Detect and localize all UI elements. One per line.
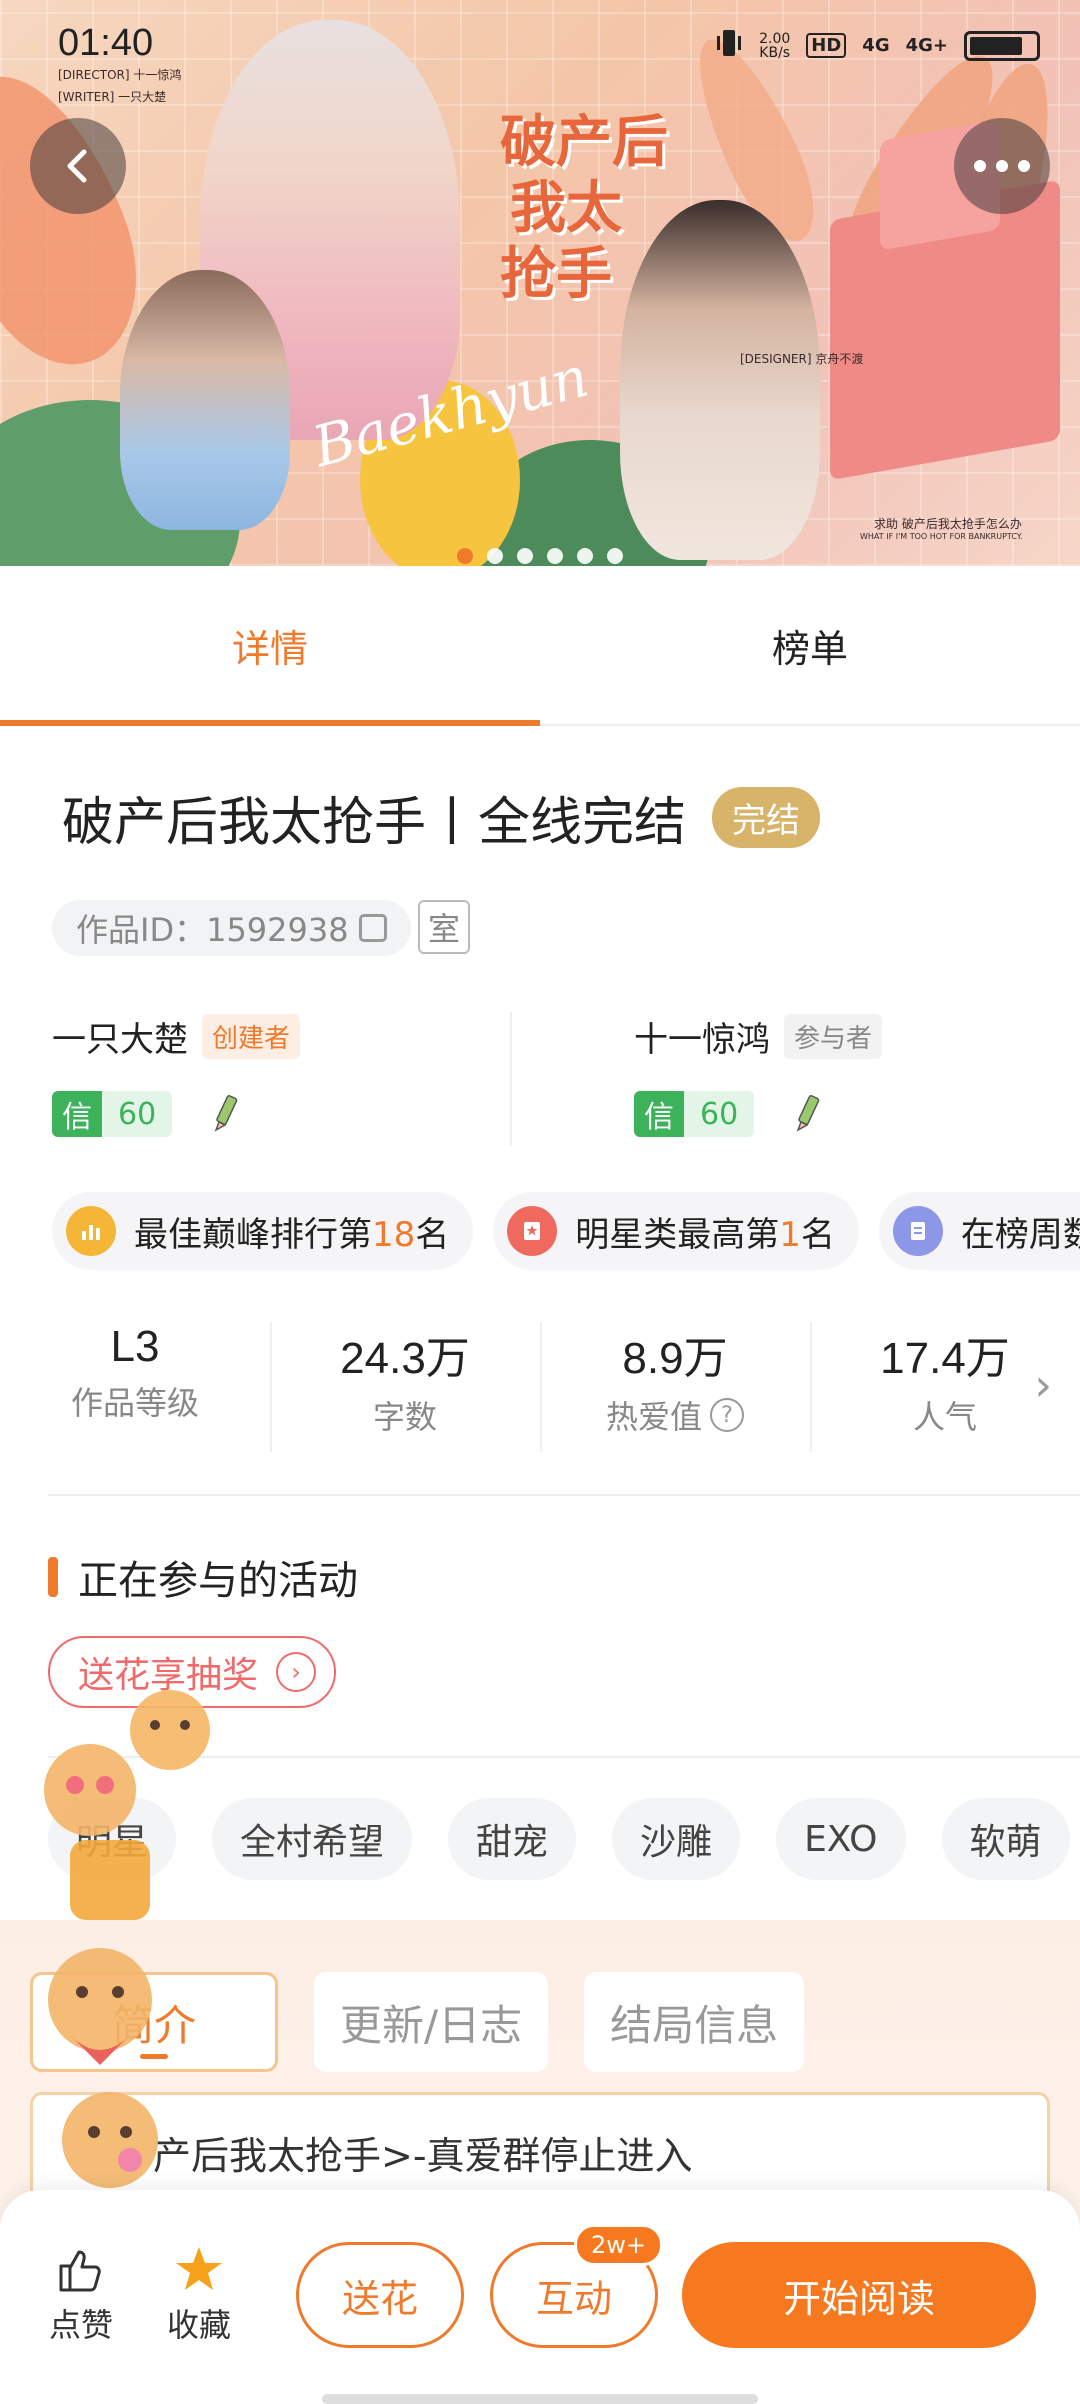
author-creator[interactable]: 一只大楚 创建者 信 60 [52, 1012, 301, 1137]
status-time: 01:40 [58, 22, 154, 64]
rank-chip-weeks[interactable]: 在榜周数 [878, 1192, 1080, 1270]
tag-chip[interactable]: 沙雕 [612, 1798, 741, 1880]
author-divider [510, 1012, 512, 1146]
start-reading-button[interactable]: 开始阅读 [682, 2242, 1036, 2348]
hd-icon: HD [806, 33, 847, 58]
vibrate-icon [715, 28, 743, 63]
star-list-icon [507, 1206, 558, 1256]
banner-credit-writer: [WRITER] 一只大楚 [58, 90, 167, 104]
rank-chips: 最佳巅峰排行第18名 明星类最高第1名 在榜周数 [52, 1192, 1080, 1270]
banner-portrait-left [120, 270, 290, 530]
tag-chip[interactable]: 软萌 [941, 1798, 1070, 1880]
thumb-up-icon [59, 2250, 101, 2292]
cover-banner[interactable]: 破产后 我太 抢手 Baekhyun [DIRECTOR] 十一惊鸿 [WRIT… [0, 0, 1080, 566]
carousel-dot[interactable] [547, 548, 563, 564]
home-indicator[interactable] [322, 2394, 758, 2404]
rank-chip-peak[interactable]: 最佳巅峰排行第18名 [52, 1192, 474, 1270]
carousel-dot[interactable] [457, 548, 473, 564]
divider [48, 1494, 1080, 1496]
intro-tab-ending[interactable]: 结局信息 [584, 1972, 805, 2072]
chevron-right-icon[interactable]: › [1034, 1360, 1052, 1411]
carousel-dot[interactable] [487, 548, 503, 564]
status-icons: 2.00 KB/s HD 4G 4G+ [715, 28, 1040, 63]
section-accent-bar [48, 1557, 58, 1597]
rank-chip-text: 明星类最高第1名 [575, 1214, 835, 1255]
stat-love-value: 8.9万 热爱值? [540, 1322, 810, 1452]
signal-4g-icon: 4G [862, 35, 890, 56]
pencil-icon [796, 1095, 820, 1132]
tab-rankings[interactable]: 榜单 [540, 566, 1080, 724]
like-button[interactable]: 点赞 [36, 2240, 126, 2346]
tag-chip[interactable]: 甜宠 [448, 1798, 577, 1880]
banner-caption-en: WHAT IF I'M TOO HOT FOR BANKRUPTCY. [860, 532, 1023, 541]
work-title: 破产后我太抢手丨全线完结 完结 [62, 780, 821, 855]
floating-mascot-sticker[interactable] [20, 1640, 220, 2260]
work-id-text: 作品ID：1592938 [76, 911, 349, 949]
interact-count-badge: 2w+ [574, 2224, 664, 2266]
work-id-chip[interactable]: 作品ID：1592938 [52, 900, 411, 956]
more-button[interactable] [954, 118, 1050, 214]
favorite-button[interactable]: 收藏 [154, 2240, 244, 2346]
work-title-text: 破产后我太抢手丨全线完结 [62, 793, 687, 853]
net-speed: 2.00 KB/s [759, 30, 791, 61]
activities-section-title: 正在参与的活动 [48, 1548, 358, 1606]
rank-chip-text: 在榜周数 [960, 1214, 1080, 1255]
intro-tab-updates[interactable]: 更新/日志 [314, 1972, 549, 2072]
star-icon [176, 2247, 222, 2290]
stat-level: L3 作品等级 [70, 1322, 199, 1422]
rank-chip-category[interactable]: 明星类最高第1名 [493, 1192, 859, 1270]
carousel-dot[interactable] [607, 548, 623, 564]
more-dots-icon [974, 160, 1030, 172]
document-icon [892, 1206, 943, 1256]
back-button[interactable] [30, 118, 126, 214]
carousel-indicator [0, 548, 1080, 564]
stats-row[interactable]: L3 作品等级 24.3万 字数 8.9万 热爱值? 17.4万 人气 [0, 1322, 1080, 1452]
chevron-right-circle-icon: › [276, 1652, 317, 1692]
signal-4g-plus-icon: 4G+ [905, 35, 948, 56]
room-badge[interactable]: 室 [418, 900, 470, 954]
help-icon[interactable]: ? [710, 1398, 744, 1432]
role-badge: 参与者 [784, 1014, 883, 1059]
tab-details[interactable]: 详情 [0, 566, 540, 726]
detail-tabs: 详情 榜单 [0, 566, 1080, 726]
author-participant[interactable]: 十一惊鸿 参与者 信 60 [634, 1012, 883, 1137]
send-flower-button[interactable]: 送花 [296, 2242, 464, 2348]
status-bar: 01:40 2.00 KB/s HD 4G 4G+ [0, 0, 1080, 90]
battery-icon [964, 30, 1040, 61]
credit-score-badge: 信 60 [634, 1091, 755, 1137]
role-badge: 创建者 [202, 1014, 301, 1059]
carousel-dot[interactable] [577, 548, 593, 564]
credit-score-badge: 信 60 [52, 1091, 173, 1137]
author-name: 一只大楚 [52, 1020, 188, 1060]
banner-caption-cn: 求助 破产后我太抢手怎么办 [874, 517, 1022, 531]
banner-title-art: 破产后 我太 抢手 [500, 110, 668, 307]
author-name: 十一惊鸿 [634, 1020, 770, 1060]
stat-word-count: 24.3万 字数 [270, 1322, 540, 1452]
status-badge: 完结 [712, 787, 821, 848]
tag-chip[interactable]: 全村希望 [212, 1798, 413, 1880]
banner-credit-designer: [DESIGNER] 京舟不渡 [740, 352, 864, 366]
bottom-action-bar: 点赞 收藏 送花 互动 开始阅读 [0, 2190, 1080, 2404]
rank-chip-text: 最佳巅峰排行第18名 [134, 1214, 450, 1255]
carousel-dot[interactable] [517, 548, 533, 564]
tag-chip[interactable]: EXO [776, 1798, 906, 1880]
copy-icon[interactable] [358, 914, 387, 942]
bar-chart-icon [66, 1206, 116, 1256]
pencil-icon [214, 1095, 238, 1132]
chevron-left-icon [67, 149, 87, 183]
